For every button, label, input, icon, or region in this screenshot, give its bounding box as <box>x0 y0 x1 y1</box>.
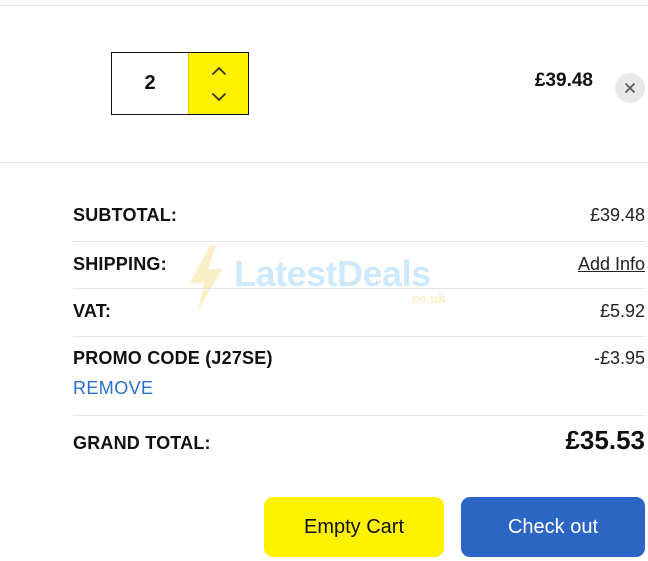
subtotal-label: SUBTOTAL: <box>73 205 178 225</box>
shipping-row: SHIPPING: Add Info <box>73 254 645 275</box>
summary-divider <box>73 336 645 337</box>
add-shipping-info-link[interactable]: Add Info <box>578 254 645 275</box>
promo-label: PROMO CODE (J27SE) <box>73 348 273 368</box>
summary-divider <box>73 415 645 416</box>
remove-promo-link[interactable]: REMOVE <box>73 378 153 399</box>
vat-value: £5.92 <box>599 301 645 321</box>
subtotal-value: £39.48 <box>589 205 645 225</box>
checkout-button[interactable]: Check out <box>461 497 645 557</box>
promo-value: -£3.95 <box>593 348 645 368</box>
empty-cart-button[interactable]: Empty Cart <box>264 497 444 557</box>
grand-total-row: GRAND TOTAL: £35.53 <box>73 425 645 456</box>
cart-page: 2 £39.48 LatestDeals .co.uk SUBTOTAL: £3… <box>0 0 648 561</box>
summary-divider <box>73 288 645 289</box>
subtotal-row: SUBTOTAL: £39.48 <box>73 205 645 226</box>
summary-divider <box>73 241 645 242</box>
vat-row: VAT: £5.92 <box>73 301 645 322</box>
order-summary: SUBTOTAL: £39.48 SHIPPING: Add Info VAT:… <box>73 0 645 561</box>
grand-total-label: GRAND TOTAL: <box>73 433 211 453</box>
vat-label: VAT: <box>73 301 112 321</box>
shipping-label: SHIPPING: <box>73 254 167 274</box>
promo-row: PROMO CODE (J27SE) -£3.95 <box>73 348 645 369</box>
grand-total-value: £35.53 <box>565 425 645 455</box>
